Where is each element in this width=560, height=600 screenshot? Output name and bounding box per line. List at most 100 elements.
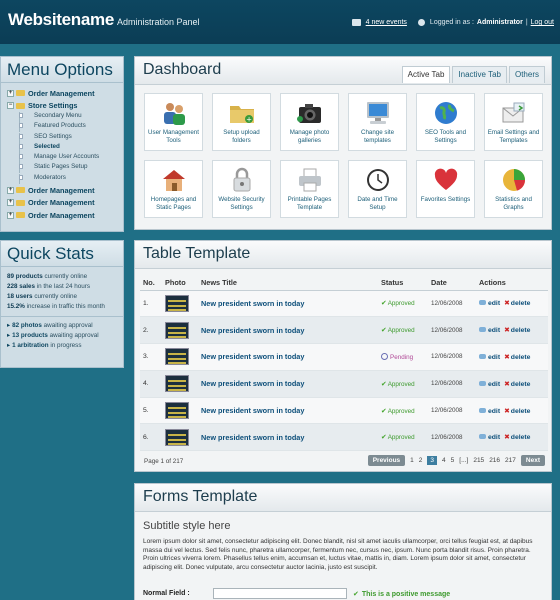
tile-website-security[interactable]: Website Security Settings xyxy=(212,160,271,218)
edit-link[interactable]: edit xyxy=(488,327,500,334)
delete-icon[interactable]: ✖ xyxy=(504,300,510,307)
table-row[interactable]: 6. New president sworn in today ✔Approved 1… xyxy=(140,423,548,452)
news-title-link[interactable]: New president sworn in today xyxy=(201,299,304,308)
expand-icon[interactable]: + xyxy=(7,199,14,207)
table-row[interactable]: 3. New president sworn in today Pending 12/… xyxy=(140,343,548,371)
delete-link[interactable]: ✖delete xyxy=(504,354,530,361)
photo-thumbnail[interactable] xyxy=(165,348,189,366)
menu-item-order-management[interactable]: + Order Management xyxy=(7,197,119,210)
pending-line[interactable]: ▸ 1 arbitration in progress xyxy=(7,342,117,352)
edit-link[interactable]: edit xyxy=(488,381,500,388)
col-no[interactable]: No. xyxy=(140,275,162,291)
tab-others[interactable]: Others xyxy=(508,66,545,83)
delete-icon[interactable]: ✖ xyxy=(504,327,510,334)
expand-icon[interactable]: + xyxy=(7,89,14,97)
page-link[interactable]: 4 xyxy=(442,457,446,464)
tab-active[interactable]: Active Tab xyxy=(401,66,451,83)
page-link[interactable]: 1 xyxy=(410,457,414,464)
tile-photo-galleries[interactable]: Manage photo galleries xyxy=(280,93,339,151)
edit-link[interactable]: edit xyxy=(488,354,500,361)
photo-thumbnail[interactable] xyxy=(165,428,189,446)
col-actions[interactable]: Actions xyxy=(476,275,548,291)
tile-email-settings[interactable]: Email Settings and Templates xyxy=(484,93,543,151)
page-link[interactable]: 216 xyxy=(489,457,500,464)
submenu-moderators[interactable]: Moderators xyxy=(7,173,119,185)
menu-item-store-settings[interactable]: − Store Settings xyxy=(7,100,119,113)
edit-link[interactable]: edit xyxy=(488,434,500,441)
submenu-featured-products[interactable]: Featured Products xyxy=(7,122,119,133)
page-link[interactable]: 217 xyxy=(505,457,516,464)
expand-icon[interactable]: + xyxy=(7,186,14,194)
table-row[interactable]: 2. New president sworn in today ✔Approved 1… xyxy=(140,316,548,345)
photo-thumbnail[interactable] xyxy=(165,294,189,312)
menu-item-order-management[interactable]: + Order Management xyxy=(7,209,119,222)
submenu-static-pages-setup[interactable]: Static Pages Setup xyxy=(7,163,119,174)
delete-icon[interactable]: ✖ xyxy=(504,354,510,361)
delete-icon[interactable]: ✖ xyxy=(504,434,510,441)
collapse-icon[interactable]: − xyxy=(7,102,14,110)
pending-line[interactable]: ▸ 13 products awaiting approval xyxy=(7,332,117,342)
logout-link[interactable]: Log out xyxy=(531,19,554,26)
previous-button[interactable]: Previous xyxy=(367,455,406,466)
delete-icon[interactable]: ✖ xyxy=(504,381,510,388)
news-title-link[interactable]: New president sworn in today xyxy=(201,406,304,415)
edit-icon[interactable] xyxy=(479,300,486,306)
next-button[interactable]: Next xyxy=(520,455,545,466)
submenu-seo-settings[interactable]: SEO Settings xyxy=(7,132,119,143)
photo-thumbnail[interactable] xyxy=(165,321,189,339)
submenu-manage-user-accounts[interactable]: Manage User Accounts xyxy=(7,153,119,164)
news-title-link[interactable]: New president sworn in today xyxy=(201,379,304,388)
col-status[interactable]: Status xyxy=(378,275,428,291)
pending-line[interactable]: ▸ 82 photos awaiting approval xyxy=(7,322,117,332)
table-row[interactable]: 1. New president sworn in today ✔Approved 1… xyxy=(140,290,548,318)
pending-value[interactable]: 1 arbitration xyxy=(12,342,48,349)
delete-icon[interactable]: ✖ xyxy=(504,408,510,415)
edit-icon[interactable] xyxy=(479,353,486,359)
submenu-selected[interactable]: Selected xyxy=(7,142,119,154)
tile-printable-pages[interactable]: Printable Pages Template xyxy=(280,160,339,218)
col-date[interactable]: Date xyxy=(428,275,476,291)
delete-link[interactable]: ✖delete xyxy=(504,381,530,388)
expand-icon[interactable]: + xyxy=(7,211,14,219)
edit-link[interactable]: edit xyxy=(488,408,500,415)
table-row[interactable]: 5. New president sworn in today ✔Approved 1… xyxy=(140,397,548,425)
edit-icon[interactable] xyxy=(479,434,486,440)
tile-homepages[interactable]: Homepages and Static Pages xyxy=(144,160,203,218)
menu-item-order-management[interactable]: + Order Management xyxy=(7,184,119,197)
pending-value[interactable]: 13 products xyxy=(12,332,48,339)
edit-link[interactable]: edit xyxy=(488,300,500,307)
delete-link[interactable]: ✖delete xyxy=(504,300,530,307)
delete-link[interactable]: ✖delete xyxy=(504,327,530,334)
submenu-secondary-menu[interactable]: Secondary Menu xyxy=(7,112,119,123)
tile-date-time[interactable]: Date and Time Setup xyxy=(348,160,407,218)
new-events-link[interactable]: 4 new events xyxy=(366,19,407,26)
news-title-link[interactable]: New president sworn in today xyxy=(201,433,304,442)
normal-field-input[interactable] xyxy=(213,588,347,599)
news-title-link[interactable]: New president sworn in today xyxy=(201,352,304,361)
photo-thumbnail[interactable] xyxy=(165,375,189,393)
tab-inactive[interactable]: Inactive Tab xyxy=(452,66,507,83)
page-link[interactable]: 215 xyxy=(473,457,484,464)
edit-icon[interactable] xyxy=(479,380,486,386)
col-news-title[interactable]: News Title xyxy=(198,275,378,291)
tile-site-templates[interactable]: Change site templates xyxy=(348,93,407,151)
menu-item-order-management[interactable]: + Order Management xyxy=(7,87,119,100)
page-link[interactable]: 2 xyxy=(419,457,423,464)
page-link[interactable]: 5 xyxy=(451,457,455,464)
edit-icon[interactable] xyxy=(479,407,486,413)
delete-link[interactable]: ✖delete xyxy=(504,408,530,415)
table-row[interactable]: 4. New president sworn in today ✔Approved 1… xyxy=(140,370,548,398)
tile-upload-folders[interactable]: + Setup upload folders xyxy=(212,93,271,151)
tile-statistics[interactable]: Statistics and Graphs xyxy=(484,160,543,218)
news-title-link[interactable]: New president sworn in today xyxy=(201,326,304,335)
tile-user-management[interactable]: User Management Tools xyxy=(144,93,203,151)
edit-icon[interactable] xyxy=(479,327,486,333)
current-page[interactable]: 3 xyxy=(427,456,438,465)
photo-thumbnail[interactable] xyxy=(165,402,189,420)
delete-link[interactable]: ✖delete xyxy=(504,434,530,441)
tile-seo-tools[interactable]: SEO Tools and Settings xyxy=(416,93,475,151)
col-photo[interactable]: Photo xyxy=(162,275,198,291)
tile-favorites[interactable]: Favorites Settings xyxy=(416,160,475,218)
pending-value[interactable]: 82 photos xyxy=(12,322,42,329)
site-name[interactable]: Websitename xyxy=(8,10,114,30)
